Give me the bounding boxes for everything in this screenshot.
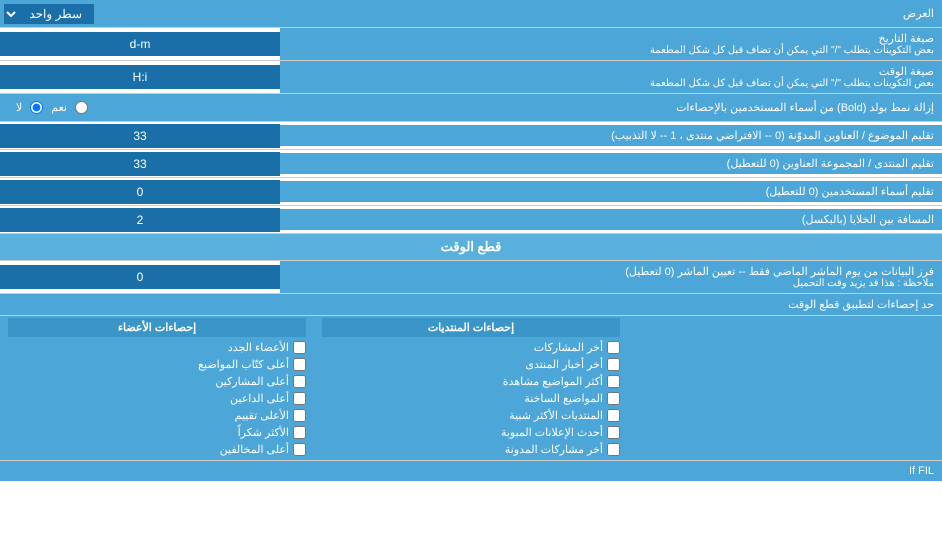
usernames-input-wrapper <box>0 180 280 204</box>
cutoff-days-input[interactable] <box>6 270 274 284</box>
topic-titles-label: تقليم الموضوع / العناوين المدوّنة (0 -- … <box>280 125 942 146</box>
time-format-row: صيغة الوقت بعض التكوينات يتطلب "/" التي … <box>0 61 942 94</box>
col1-label-6: الأكثر شكراً <box>238 426 289 439</box>
date-format-input-wrapper <box>0 32 280 56</box>
col1-item-3: أعلى المشاركين <box>8 373 306 390</box>
col2-check-4[interactable] <box>607 392 620 405</box>
bottom-grid: إحصاءات المنتديات أخر المشاركات أخر أخبا… <box>0 316 942 460</box>
col2-check-7[interactable] <box>607 443 620 456</box>
col2-check-3[interactable] <box>607 375 620 388</box>
cutoff-section-header: قطع الوقت <box>0 234 942 261</box>
topic-titles-input-wrapper <box>0 124 280 148</box>
bold-no-label: لا <box>16 101 22 114</box>
col1-check-3[interactable] <box>293 375 306 388</box>
stats-limit-label: حد إحصاءات لتطبيق قطع الوقت <box>788 299 934 311</box>
col2-item-6: أحدث الإعلانات المبوبة <box>322 424 620 441</box>
col2-check-5[interactable] <box>607 409 620 422</box>
col1-label-2: أعلى كتّاب المواضيع <box>198 358 289 371</box>
col2-check-6[interactable] <box>607 426 620 439</box>
usernames-label: تقليم أسماء المستخدمين (0 للتعطيل) <box>280 181 942 202</box>
bottom-note-row: If FIL <box>0 460 942 481</box>
col2-header: إحصاءات المنتديات <box>322 318 620 337</box>
time-format-input[interactable] <box>6 70 274 84</box>
bold-remove-row: إزالة نمط بولد (Bold) من أسماء المستخدمي… <box>0 94 942 122</box>
cutoff-days-row: فرز البيانات من يوم الماشر الماضي فقط --… <box>0 261 942 294</box>
col2-item-3: أكثر المواضيع مشاهدة <box>322 373 620 390</box>
column-spacing-label: المسافة بين الخلايا (بالبكسل) <box>280 209 942 230</box>
forum-titles-row: تقليم المنتدى / المجموعة العناوين (0 للت… <box>0 150 942 178</box>
col1-label-4: أعلى الداعين <box>230 392 289 405</box>
col1-label-1: الأعضاء الجدد <box>228 341 289 354</box>
stats-limit-row: حد إحصاءات لتطبيق قطع الوقت <box>0 294 942 316</box>
col2-label-6: أحدث الإعلانات المبوبة <box>501 426 603 439</box>
header-label: العرض <box>98 3 942 24</box>
col2-label-3: أكثر المواضيع مشاهدة <box>503 375 603 388</box>
col1-item-6: الأكثر شكراً <box>8 424 306 441</box>
header-row: العرض سطر واحدسطرانثلاثة أسطر <box>0 0 942 28</box>
col1-item-7: أعلى المخالفين <box>8 441 306 458</box>
topic-titles-row: تقليم الموضوع / العناوين المدوّنة (0 -- … <box>0 122 942 150</box>
column-spacing-input-wrapper <box>0 208 280 232</box>
col1-item-2: أعلى كتّاب المواضيع <box>8 356 306 373</box>
col3 <box>628 316 942 460</box>
bold-no-radio[interactable] <box>30 101 43 114</box>
bold-remove-options: نعم لا <box>8 101 96 114</box>
col2-item-2: أخر أخبار المنتدى <box>322 356 620 373</box>
bold-remove-label: إزالة نمط بولد (Bold) من أسماء المستخدمي… <box>96 101 934 114</box>
bottom-note-text: If FIL <box>909 465 934 477</box>
col1-item-1: الأعضاء الجدد <box>8 339 306 356</box>
col1: إحصاءات الأعضاء الأعضاء الجدد أعلى كتّاب… <box>0 316 314 460</box>
topic-titles-input[interactable] <box>6 129 274 143</box>
col2-label-4: المواضيع الساخنة <box>524 392 603 405</box>
date-format-label: صيغة التاريخ بعض التكوينات يتطلب "/" الت… <box>280 28 942 60</box>
col2-check-1[interactable] <box>607 341 620 354</box>
col2-label-1: أخر المشاركات <box>534 341 603 354</box>
bold-yes-label: نعم <box>51 101 67 114</box>
time-format-label: صيغة الوقت بعض التكوينات يتطلب "/" التي … <box>280 61 942 93</box>
col1-label-3: أعلى المشاركين <box>215 375 289 388</box>
usernames-input[interactable] <box>6 185 274 199</box>
display-select[interactable]: سطر واحدسطرانثلاثة أسطر <box>4 4 94 24</box>
col2-label-7: أخر مشاركات المدونة <box>505 443 603 456</box>
time-format-input-wrapper <box>0 65 280 89</box>
forum-titles-input-wrapper <box>0 152 280 176</box>
date-format-input[interactable] <box>6 37 274 51</box>
forum-titles-label: تقليم المنتدى / المجموعة العناوين (0 للت… <box>280 153 942 174</box>
usernames-row: تقليم أسماء المستخدمين (0 للتعطيل) <box>0 178 942 206</box>
col1-item-5: الأعلى تقييم <box>8 407 306 424</box>
col2-item-7: أخر مشاركات المدونة <box>322 441 620 458</box>
col2: إحصاءات المنتديات أخر المشاركات أخر أخبا… <box>314 316 628 460</box>
col1-check-5[interactable] <box>293 409 306 422</box>
col2-label-2: أخر أخبار المنتدى <box>525 358 603 371</box>
col2-check-2[interactable] <box>607 358 620 371</box>
col1-check-7[interactable] <box>293 443 306 456</box>
date-format-row: صيغة التاريخ بعض التكوينات يتطلب "/" الت… <box>0 28 942 61</box>
col1-header: إحصاءات الأعضاء <box>8 318 306 337</box>
col1-label-7: أعلى المخالفين <box>220 443 289 456</box>
col2-item-4: المواضيع الساخنة <box>322 390 620 407</box>
col1-check-4[interactable] <box>293 392 306 405</box>
col2-label-5: المنتديات الأكثر شبية <box>509 409 603 422</box>
col1-label-5: الأعلى تقييم <box>235 409 289 422</box>
column-spacing-row: المسافة بين الخلايا (بالبكسل) <box>0 206 942 234</box>
col2-item-5: المنتديات الأكثر شبية <box>322 407 620 424</box>
col1-check-2[interactable] <box>293 358 306 371</box>
col1-check-1[interactable] <box>293 341 306 354</box>
col2-item-1: أخر المشاركات <box>322 339 620 356</box>
forum-titles-input[interactable] <box>6 157 274 171</box>
bold-yes-radio[interactable] <box>75 101 88 114</box>
col1-check-6[interactable] <box>293 426 306 439</box>
column-spacing-input[interactable] <box>6 213 274 227</box>
col1-item-4: أعلى الداعين <box>8 390 306 407</box>
cutoff-days-input-wrapper <box>0 265 280 289</box>
cutoff-days-label: فرز البيانات من يوم الماشر الماضي فقط --… <box>280 261 942 293</box>
